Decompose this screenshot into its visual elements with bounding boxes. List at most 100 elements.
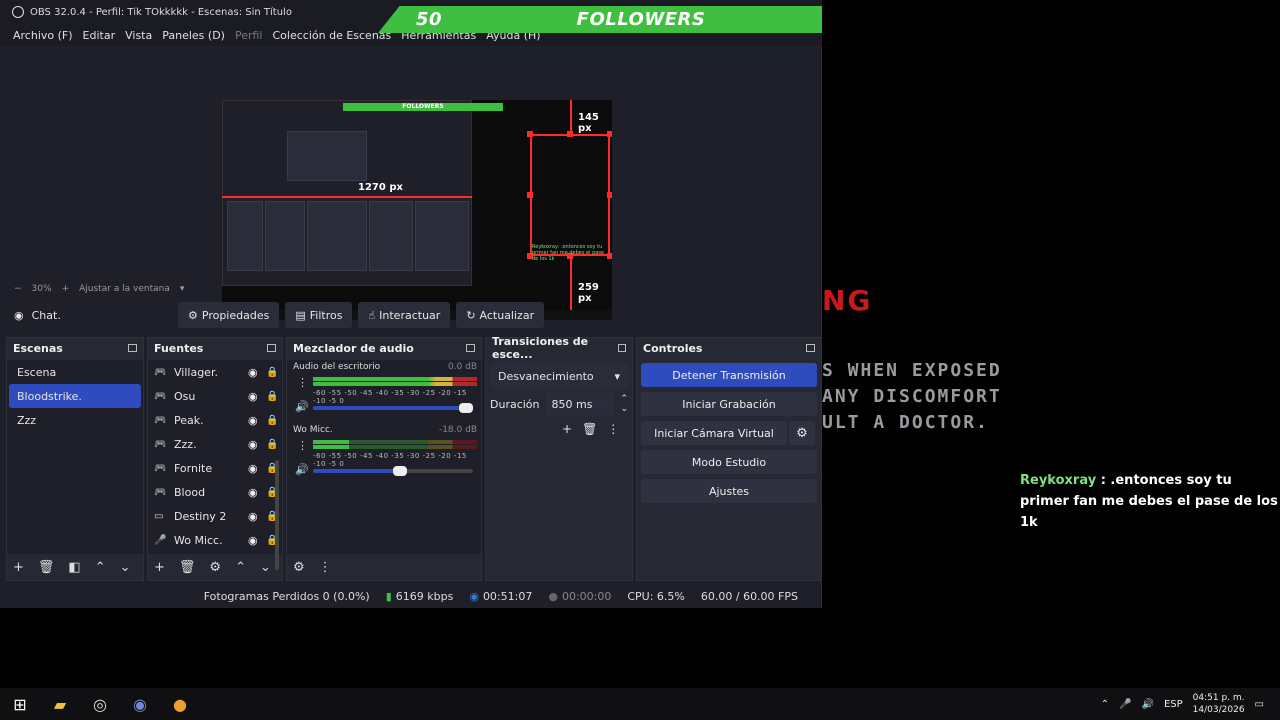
virtual-camera-button[interactable]: Iniciar Cámara Virtual [641,421,787,445]
more-options-icon[interactable]: ⋮ [297,439,308,452]
clock[interactable]: 04:51 p. m. 14/03/2026 [1193,692,1245,716]
more-options-icon[interactable]: ⋮ [319,560,332,575]
source-item[interactable]: 🎤 Wo Micc. ◉ 🔒 [148,528,282,552]
lock-icon[interactable]: 🔒 [266,439,278,450]
eye-icon[interactable]: ◉ [248,534,266,547]
add-source-icon[interactable]: + [154,560,165,575]
source-item[interactable]: 🎮 Villager. ◉ 🔒 [148,360,282,384]
scene-filters-icon[interactable]: ◧ [68,560,80,575]
advanced-audio-icon[interactable]: ⚙ [293,560,305,575]
chevron-down-icon[interactable]: ▾ [180,284,185,294]
warning-line: S WHEN EXPOSED [822,360,1002,381]
game-app-icon[interactable]: ● [160,688,200,720]
trash-icon[interactable]: 🗑 [179,560,196,575]
volume-slider[interactable] [313,403,473,413]
source-item[interactable]: 🎮 Peak. ◉ 🔒 [148,408,282,432]
gear-icon[interactable]: ⚙ [209,560,221,575]
channel-name: Audio del escritorio [293,362,381,372]
language-indicator[interactable]: ESP [1164,699,1183,710]
lock-icon[interactable]: 🔒 [266,367,278,378]
resize-handle[interactable] [607,192,612,198]
preview-mini-panel [265,201,305,271]
zoom-fit-select[interactable]: Ajustar a la ventana [79,284,170,294]
eye-icon[interactable]: ◉ [248,510,266,523]
obs-app-icon[interactable]: ◎ [80,688,120,720]
interact-button[interactable]: ☝ Interactuar [358,302,451,328]
menu-vista[interactable]: Vista [120,29,157,42]
properties-label: Propiedades [201,308,270,322]
refresh-button[interactable]: ↻ Actualizar [456,302,545,328]
move-down-icon[interactable]: ⌄ [120,560,131,575]
source-item[interactable]: 🎮 Osu ◉ 🔒 [148,384,282,408]
eye-icon[interactable]: ◉ [248,438,266,451]
banner-label: FOLLOWERS [576,9,706,30]
add-transition-icon[interactable]: + [562,422,572,436]
windows-start-icon[interactable]: ⊞ [0,688,40,720]
mixer-dock-header: Mezclador de audio [287,338,481,358]
more-options-icon[interactable]: ⋮ [607,422,619,436]
virtual-camera-settings-gear-icon[interactable]: ⚙ [789,421,815,445]
undock-icon[interactable] [267,344,276,352]
settings-button[interactable]: Ajustes [641,479,817,503]
transitions-dock: Transiciones de esce... Desvanecimiento … [485,335,633,581]
source-item[interactable]: 🎮 Blood ◉ 🔒 [148,480,282,504]
eye-icon[interactable]: ◉ [248,390,266,403]
spinner-icon[interactable]: ⌃ ⌄ [620,394,628,414]
file-explorer-icon[interactable]: ▰ [40,688,80,720]
source-item[interactable]: 🎮 Fornite ◉ 🔒 [148,456,282,480]
slider-knob[interactable] [459,403,473,413]
eye-icon[interactable]: ◉ [248,462,266,475]
lock-icon[interactable]: 🔒 [266,415,278,426]
resize-handle[interactable] [527,192,533,198]
eye-icon[interactable]: ◉ [248,486,266,499]
trash-icon[interactable]: 🗑 [582,422,597,436]
resize-handle[interactable] [567,131,573,137]
undock-icon[interactable] [466,344,475,352]
microphone-icon[interactable]: 🎤 [1119,699,1131,710]
warning-line: ULT A DOCTOR. [822,412,989,433]
menu-coleccion-escenas[interactable]: Colección de Escenas [268,29,397,42]
add-scene-icon[interactable]: + [13,560,24,575]
trash-icon[interactable]: 🗑 [38,560,55,575]
speaker-icon[interactable]: 🔊 [1142,699,1154,710]
scene-item-selected[interactable]: Bloodstrike. [9,384,141,408]
selected-source-bbox[interactable] [530,134,610,256]
studio-mode-button[interactable]: Modo Estudio [641,450,817,474]
eye-icon[interactable]: ◉ [248,414,266,427]
zoom-out-button[interactable]: − [14,284,22,294]
resize-handle[interactable] [527,131,533,137]
zoom-in-button[interactable]: + [62,284,70,294]
scene-item[interactable]: Escena [9,360,141,384]
obs-logo-icon [12,6,24,18]
transition-select[interactable]: Desvanecimiento ▾ [490,364,628,388]
more-options-icon[interactable]: ⋮ [297,376,308,389]
volume-slider[interactable] [313,466,473,476]
source-item[interactable]: ▭ Destiny 2 ◉ 🔒 [148,504,282,528]
source-item[interactable]: 🎮 Zzz. ◉ 🔒 [148,432,282,456]
live-time: 00:51:07 [482,589,533,603]
properties-button[interactable]: ⚙ Propiedades [178,302,280,328]
start-recording-button[interactable]: Iniciar Grabación [641,392,817,416]
filters-button[interactable]: ▤ Filtros [285,302,353,328]
menu-perfil[interactable]: Perfil [230,29,268,42]
move-up-icon[interactable]: ⌃ [235,560,246,575]
move-up-icon[interactable]: ⌃ [95,560,106,575]
undock-icon[interactable] [128,344,137,352]
chevron-up-icon[interactable]: ⌃ [1101,699,1109,710]
discord-app-icon[interactable]: ◉ [120,688,160,720]
stop-stream-button[interactable]: Detener Transmisión [641,363,817,387]
menu-editar[interactable]: Editar [78,29,121,42]
slider-knob[interactable] [393,466,407,476]
speaker-icon[interactable]: 🔊 [295,463,309,476]
duration-input[interactable]: 850 ms [545,393,615,415]
undock-icon[interactable] [617,344,626,352]
menu-archivo[interactable]: Archivo (F) [8,29,78,42]
notification-icon[interactable]: ▭ [1255,699,1264,710]
scene-item[interactable]: Zzz [9,408,141,432]
move-down-icon[interactable]: ⌄ [260,560,271,575]
undock-icon[interactable] [806,344,815,352]
eye-icon[interactable]: ◉ [248,366,266,379]
speaker-icon[interactable]: 🔊 [295,400,309,413]
menu-paneles[interactable]: Paneles (D) [157,29,230,42]
lock-icon[interactable]: 🔒 [266,391,278,402]
